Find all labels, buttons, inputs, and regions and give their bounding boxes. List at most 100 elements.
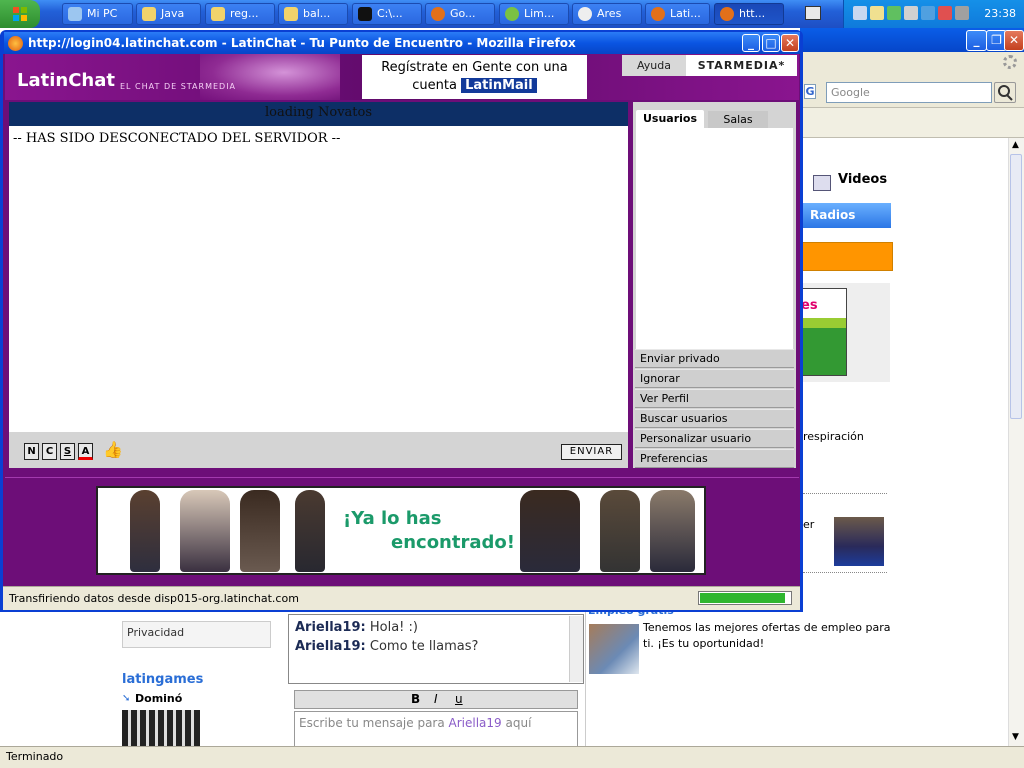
search-input[interactable]: Google (826, 82, 992, 103)
console-icon (358, 7, 372, 21)
tab-usuarios[interactable]: Usuarios (636, 110, 704, 128)
domino-link[interactable]: Dominó (135, 692, 182, 705)
chat-nick: Ariella19: (295, 620, 366, 635)
tray-icon[interactable] (938, 6, 952, 20)
taskbar-label: C:\... (377, 7, 403, 20)
taskbar-item-reg[interactable]: reg... (205, 3, 275, 25)
privacy-link[interactable]: Privacidad (122, 621, 271, 648)
taskbar-item-mi-pc[interactable]: Mi PC (62, 3, 133, 25)
color-format-button[interactable]: C (42, 443, 57, 460)
browser-status-bar: Terminado (0, 746, 1024, 768)
page-scrollbar-thumb[interactable] (1010, 154, 1022, 419)
underline-button[interactable]: u (455, 692, 463, 706)
ares-icon (578, 7, 592, 21)
preferences-button[interactable]: Preferencias (635, 449, 794, 468)
taskbar-label: Lati... (670, 7, 701, 20)
arrow-icon: ➘ (122, 693, 131, 704)
underline-format-button[interactable]: S (60, 443, 75, 460)
folder-icon (284, 7, 298, 21)
latingames-heading[interactable]: latingames (122, 672, 203, 687)
radios-tab[interactable]: Radios (800, 203, 891, 228)
popup-close-button[interactable]: ✕ (781, 34, 799, 52)
search-button[interactable] (994, 82, 1016, 103)
scroll-down-icon[interactable]: ▼ (1012, 732, 1019, 742)
tray-icon[interactable] (853, 6, 867, 20)
bg-close-button[interactable]: ✕ (1004, 30, 1024, 51)
mini-chat-scrollbar[interactable] (569, 616, 583, 682)
logo-tagline: EL CHAT DE STARMEDIA (120, 82, 237, 91)
domino-thumbnail[interactable] (122, 710, 200, 746)
font-color-button[interactable]: A (78, 443, 93, 460)
scroll-up-icon[interactable]: ▲ (1012, 140, 1019, 150)
start-button[interactable] (0, 0, 40, 28)
register-promo[interactable]: Regístrate en Gente con una cuenta Latin… (362, 55, 587, 99)
empleo-text[interactable]: Tenemos las mejores ofertas de empleo pa… (643, 620, 893, 652)
volume-icon[interactable] (955, 6, 969, 20)
search-engine-icon[interactable]: G (804, 84, 816, 99)
placeholder-nick: Ariella19 (448, 716, 502, 730)
taskbar-item-lim[interactable]: Lim... (499, 3, 569, 25)
starmedia-logo[interactable]: STARMEDIA* (686, 55, 797, 76)
search-users-button[interactable]: Buscar usuarios (635, 409, 794, 428)
computer-icon (68, 7, 82, 21)
popup-titlebar[interactable]: http://login04.latinchat.com - LatinChat… (4, 32, 800, 54)
empleo-image[interactable] (589, 624, 639, 674)
user-list[interactable] (636, 128, 793, 350)
banner-figure (520, 490, 580, 572)
chat-messages-area (9, 126, 628, 432)
header-artwork (200, 54, 340, 100)
customize-user-button[interactable]: Personalizar usuario (635, 429, 794, 448)
bg-minimize-button[interactable]: _ (966, 30, 987, 51)
taskbar-item-ares[interactable]: Ares (572, 3, 642, 25)
article-snippet-2[interactable]: er (803, 518, 814, 531)
placeholder-suffix: aquí (501, 716, 532, 730)
magnifier-icon (998, 85, 1013, 101)
firefox-icon (8, 36, 23, 51)
taskbar-item-popup[interactable]: htt... (714, 3, 784, 25)
popup-maximize-button[interactable]: □ (762, 34, 780, 52)
chat-message: Ariella19: Hola! :) (295, 620, 418, 635)
tray-icon[interactable] (887, 6, 901, 20)
tray-icon[interactable] (870, 6, 884, 20)
football-player-image[interactable] (834, 517, 884, 566)
italic-button[interactable]: I (434, 692, 438, 706)
taskbar-item-latinchat[interactable]: Lati... (645, 3, 710, 25)
tray-icon[interactable] (921, 6, 935, 20)
normal-format-button[interactable]: N (24, 443, 39, 460)
folder-icon (211, 7, 225, 21)
send-private-button[interactable]: Enviar privado (635, 349, 794, 368)
throbber-icon (1003, 55, 1017, 69)
taskbar-item-google[interactable]: Go... (425, 3, 495, 25)
clock: 23:38 (984, 7, 1016, 20)
keyboard-icon[interactable] (805, 6, 821, 20)
tab-salas[interactable]: Salas (708, 111, 768, 128)
banner-headline-1: ¡Ya lo has (343, 508, 442, 529)
placeholder-prefix: Escribe tu mensaje para (299, 716, 449, 730)
thumbs-up-icon[interactable]: 👍 (103, 440, 123, 459)
tray-icon[interactable] (904, 6, 918, 20)
bold-button[interactable]: B (411, 692, 420, 706)
taskbar-item-bal[interactable]: bal... (278, 3, 348, 25)
promo-text: es (801, 298, 818, 313)
ignore-button[interactable]: Ignorar (635, 369, 794, 388)
taskbar-label: htt... (739, 7, 766, 20)
view-profile-button[interactable]: Ver Perfil (635, 389, 794, 408)
article-snippet[interactable]: respiración (803, 430, 864, 443)
send-button[interactable]: ENVIAR (561, 444, 622, 460)
taskbar-label: reg... (230, 7, 259, 20)
background-menu-toolbar (800, 52, 1024, 80)
videos-link[interactable]: Videos (838, 172, 887, 187)
banner-figure (295, 490, 325, 572)
popup-minimize-button[interactable]: _ (742, 34, 760, 52)
help-link[interactable]: Ayuda (622, 55, 686, 76)
message-input[interactable]: Escribe tu mensaje para Ariella19 aquí (294, 711, 578, 747)
banner-figure (130, 490, 160, 572)
video-icon (813, 175, 831, 191)
popup-title: http://login04.latinchat.com - LatinChat… (28, 36, 576, 50)
chat-text: Como te llamas? (369, 639, 479, 654)
column-divider (585, 612, 586, 746)
taskbar-item-cmd[interactable]: C:\... (352, 3, 422, 25)
background-bookmarks-bar (800, 108, 1024, 138)
taskbar-item-java[interactable]: Java (136, 3, 201, 25)
orange-banner[interactable] (800, 242, 893, 271)
